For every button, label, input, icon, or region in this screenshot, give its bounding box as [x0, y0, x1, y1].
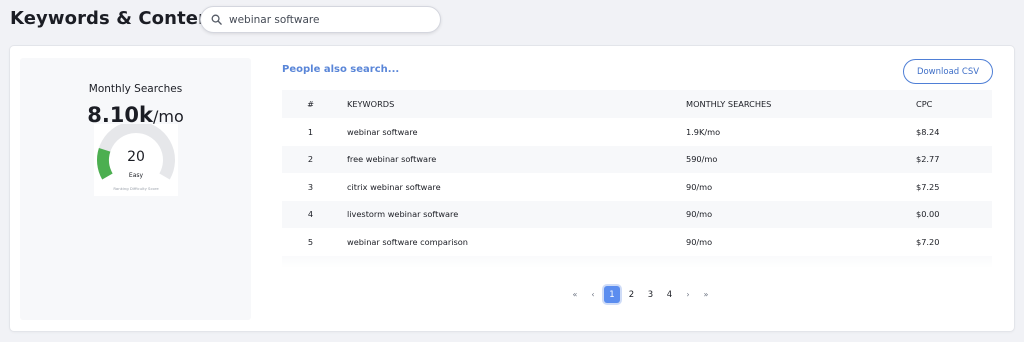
row-number: 3 — [307, 181, 314, 192]
pagination: « ‹ 1 2 3 4 › » — [566, 286, 715, 303]
row-cpc: $2.77 — [916, 154, 940, 165]
row-number: 1 — [307, 126, 314, 137]
row-cpc: $7.25 — [916, 181, 940, 192]
column-header-monthly-searches: MONTHLY SEARCHES — [686, 99, 772, 109]
page-button-3[interactable]: 3 — [641, 286, 660, 303]
previous-page-button[interactable]: ‹ — [584, 286, 602, 303]
table-row[interactable]: 3 citrix webinar software 90/mo $7.25 — [282, 173, 992, 201]
row-monthly-searches: 90/mo — [686, 236, 713, 247]
row-keyword: citrix webinar software — [347, 181, 441, 192]
row-number: 5 — [307, 236, 314, 247]
table-row[interactable]: 5 webinar software comparison 90/mo $7.2… — [282, 228, 992, 256]
row-cpc: $0.00 — [916, 209, 940, 220]
row-monthly-searches: 90/mo — [686, 181, 713, 192]
stats-panel: Monthly Searches 8.10k/mo 20 Easy Rankin… — [20, 58, 251, 320]
search-icon — [211, 14, 222, 25]
difficulty-score: 20 — [127, 149, 145, 165]
table-row[interactable]: 1 webinar software 1.9K/mo $8.24 — [282, 118, 992, 146]
difficulty-caption: Ranking Difficulty Score — [113, 186, 159, 191]
people-also-search-link[interactable]: People also search... — [282, 64, 399, 75]
row-monthly-searches: 590/mo — [686, 154, 718, 165]
row-number: 4 — [307, 209, 314, 220]
next-page-button[interactable]: › — [679, 286, 697, 303]
page-title: Keywords & Content — [10, 8, 220, 29]
difficulty-rating: Easy — [128, 172, 144, 179]
search-box[interactable] — [200, 6, 441, 33]
row-keyword: livestorm webinar software — [347, 209, 459, 220]
table-row[interactable]: 4 livestorm webinar software 90/mo $0.00 — [282, 200, 992, 228]
table-row[interactable]: 2 free webinar software 590/mo $2.77 — [282, 145, 992, 173]
row-number: 2 — [307, 154, 314, 165]
row-monthly-searches: 90/mo — [686, 209, 713, 220]
row-cpc: $7.20 — [916, 236, 940, 247]
page-button-2[interactable]: 2 — [622, 286, 641, 303]
last-page-button[interactable]: » — [697, 286, 715, 303]
page-button-4[interactable]: 4 — [660, 286, 679, 303]
keywords-table: # KEYWORDS MONTHLY SEARCHES CPC 1 webina… — [282, 90, 992, 268]
table-scroll-fade — [282, 254, 992, 268]
column-header-keywords: KEYWORDS — [347, 99, 395, 109]
download-csv-button[interactable]: Download CSV — [903, 59, 993, 84]
row-keyword: webinar software — [347, 126, 418, 137]
column-header-number: # — [307, 99, 314, 109]
difficulty-gauge: 20 Easy Ranking Difficulty Score — [94, 124, 178, 196]
row-keyword: free webinar software — [347, 154, 437, 165]
table-header: # KEYWORDS MONTHLY SEARCHES CPC — [282, 90, 992, 118]
page-button-1[interactable]: 1 — [604, 286, 620, 303]
row-keyword: webinar software comparison — [347, 236, 468, 247]
column-header-cpc: CPC — [916, 99, 933, 109]
keywords-card: Monthly Searches 8.10k/mo 20 Easy Rankin… — [10, 46, 1014, 331]
row-cpc: $8.24 — [916, 126, 940, 137]
first-page-button[interactable]: « — [566, 286, 584, 303]
search-input[interactable] — [229, 13, 419, 26]
row-monthly-searches: 1.9K/mo — [686, 126, 721, 137]
monthly-searches-label: Monthly Searches — [88, 83, 183, 95]
